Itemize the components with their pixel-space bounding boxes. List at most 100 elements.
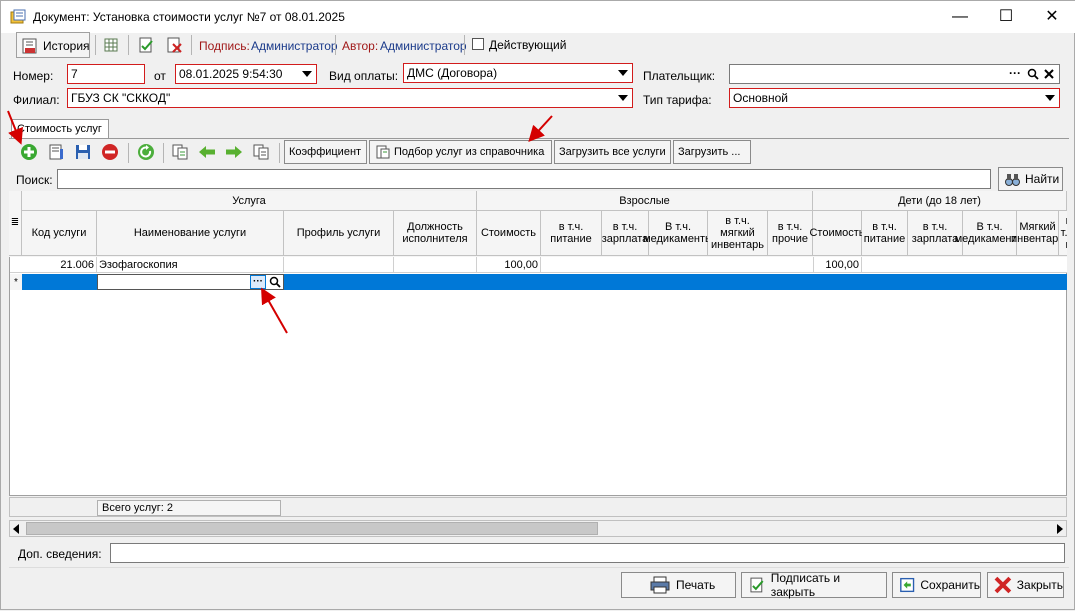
tab-label: Стоимость услуг — [17, 123, 102, 135]
branch-value: ГБУЗ СК "СККОД" — [71, 91, 171, 105]
coefficient-button[interactable]: Коэффициент — [284, 140, 367, 164]
col-header-child-food[interactable]: в т.ч. питание — [862, 211, 908, 256]
col-header-child-cost[interactable]: Стоимость — [809, 211, 865, 256]
arrow-to-catalog — [528, 115, 553, 142]
minimize-button[interactable]: — — [937, 1, 983, 33]
grid-header: ≣ Услуга Взрослые Дети (до 18 лет) Код у… — [9, 191, 1067, 257]
pick-from-catalog-button[interactable]: Подбор услуг из справочника — [369, 140, 552, 164]
tariff-type-select[interactable]: Основной — [729, 88, 1060, 108]
history-label: История — [43, 39, 90, 53]
extra-info-field[interactable] — [110, 543, 1065, 563]
clear-icon[interactable] — [1043, 68, 1055, 80]
load-all-services-button[interactable]: Загрузить все услуги — [554, 140, 671, 164]
cell-name[interactable]: Эзофагоскопия — [97, 257, 284, 273]
close-window-button[interactable]: ✕ — [1029, 1, 1075, 33]
toolbar-divider — [128, 35, 129, 55]
col-header-child-more[interactable]: в т.ч. п — [1059, 211, 1067, 256]
active-checkbox[interactable] — [472, 38, 484, 50]
cell-child-cost[interactable]: 100,00 — [813, 257, 862, 273]
scrollbar-thumb[interactable] — [26, 522, 598, 535]
paste-rows-icon[interactable] — [252, 143, 270, 161]
search-icon[interactable] — [269, 276, 281, 288]
find-button[interactable]: Найти — [998, 167, 1063, 191]
sign-and-close-button[interactable]: Подписать и закрыть — [741, 571, 887, 599]
tariff-type-value: Основной — [733, 91, 789, 105]
new-row[interactable]: * ··· — [10, 274, 1067, 290]
search-input[interactable] — [57, 169, 991, 189]
tab-services-cost[interactable]: Стоимость услуг — [11, 119, 109, 139]
col-header-child-soft[interactable]: Мягкий инвентарь — [1011, 211, 1064, 256]
date-field[interactable]: 08.01.2025 9:54:30 — [175, 64, 317, 84]
delete-icon[interactable] — [101, 143, 119, 161]
payment-type-select[interactable]: ДМС (Договора) — [403, 63, 633, 83]
arrow-left-icon[interactable] — [198, 143, 216, 161]
payer-field[interactable]: ··· — [729, 64, 1060, 84]
number-label: Номер: — [13, 69, 54, 83]
unsign-document-icon[interactable] — [165, 36, 183, 54]
col-header-other[interactable]: в т.ч. прочие — [768, 211, 813, 256]
col-header-position[interactable]: Должность исполнителя — [394, 211, 477, 256]
col-header-profile[interactable]: Профиль услуги — [284, 211, 394, 256]
history-icon — [22, 38, 37, 54]
chevron-down-icon[interactable] — [1042, 90, 1058, 106]
cell-cost[interactable]: 100,00 — [477, 257, 541, 273]
save-label: Сохранить — [920, 578, 980, 592]
cell-position[interactable] — [394, 257, 477, 273]
tab-divider — [9, 138, 1069, 139]
col-header-cost[interactable]: Стоимость — [477, 211, 541, 256]
col-header-child-medicines[interactable]: В т.ч. медикаменты — [955, 211, 1024, 256]
print-button[interactable]: Печать — [621, 572, 736, 598]
printer-icon — [650, 576, 670, 594]
search-icon[interactable] — [1027, 68, 1039, 80]
name-editor[interactable]: ··· — [97, 274, 284, 290]
sign-document-icon[interactable] — [137, 36, 155, 54]
col-header-code[interactable]: Код услуги — [22, 211, 97, 256]
arrow-right-icon[interactable] — [225, 143, 243, 161]
load-more-button[interactable]: Загрузить ... — [673, 140, 751, 164]
maximize-button[interactable]: ☐ — [983, 1, 1029, 33]
ellipsis-icon[interactable]: ··· — [250, 275, 266, 289]
cell-profile[interactable] — [284, 257, 394, 273]
edit-icon[interactable] — [47, 143, 65, 161]
toolbar-divider — [191, 35, 192, 55]
save-button[interactable]: Сохранить — [892, 572, 981, 598]
chevron-down-icon[interactable] — [615, 90, 631, 106]
close-icon: ✕ — [1045, 8, 1059, 25]
sign-icon — [750, 577, 764, 593]
number-field[interactable]: 7 — [67, 64, 145, 84]
branch-select[interactable]: ГБУЗ СК "СККОД" — [67, 88, 633, 108]
save-icon[interactable] — [74, 143, 92, 161]
binoculars-icon — [1005, 174, 1020, 186]
coefficient-label: Коэффициент — [289, 146, 362, 158]
column-chooser-icon[interactable]: ≣ — [9, 191, 22, 256]
ellipsis-icon[interactable]: ··· — [1009, 66, 1021, 80]
chevron-down-icon[interactable] — [299, 66, 315, 82]
cell-code[interactable]: 21.006 — [22, 257, 97, 273]
add-icon[interactable] — [20, 143, 38, 161]
find-label: Найти — [1025, 172, 1060, 186]
toolbar-divider — [279, 143, 280, 163]
title-bar: Документ: Установка стоимости услуг №7 о… — [1, 1, 1075, 33]
load-more-label: Загрузить ... — [678, 146, 741, 158]
chevron-down-icon[interactable] — [615, 65, 631, 81]
col-header-name[interactable]: Наименование услуги — [97, 211, 284, 256]
load-all-label: Загрузить все услуги — [559, 146, 666, 158]
toolbar-divider — [464, 35, 465, 55]
copy-rows-icon[interactable] — [171, 143, 189, 161]
table-row[interactable]: 21.006 Эзофагоскопия 100,00 100,00 — [10, 257, 1067, 273]
scroll-right-icon[interactable] — [1057, 524, 1063, 534]
print-label: Печать — [676, 578, 716, 592]
col-header-salary[interactable]: в т.ч. зарплата — [602, 211, 649, 256]
horizontal-scrollbar[interactable] — [9, 520, 1067, 537]
history-button[interactable]: История — [16, 32, 90, 58]
scroll-left-icon[interactable] — [13, 524, 19, 534]
col-header-medicines[interactable]: В т.ч. медикаменты — [643, 211, 713, 256]
search-label: Поиск: — [16, 173, 53, 187]
pick-from-catalog-label: Подбор услуг из справочника — [394, 146, 545, 158]
col-header-food[interactable]: в т.ч. питание — [541, 211, 602, 256]
close-label: Закрыть — [1016, 578, 1063, 592]
col-header-soft-inventory[interactable]: в т.ч. мягкий инвентарь — [708, 211, 768, 256]
refresh-icon[interactable] — [137, 143, 155, 161]
close-button[interactable]: Закрыть — [987, 572, 1064, 598]
table-icon[interactable] — [102, 36, 120, 54]
